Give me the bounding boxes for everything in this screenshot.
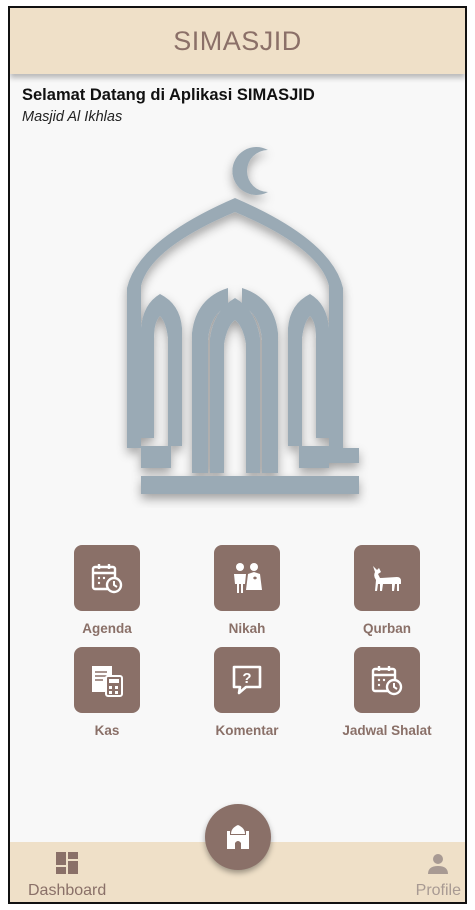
nikah-tile[interactable] [214,545,280,611]
mosque-home-button[interactable] [205,804,271,870]
menu-label-nikah: Nikah [228,621,266,636]
menu-label-agenda: Agenda [82,621,132,636]
wedding-couple-icon [234,563,262,593]
menu-item-jadwal-shalat[interactable]: Jadwal Shalat [332,647,442,738]
menu-label-kas: Kas [94,723,120,738]
menu-item-komentar[interactable]: ? Komentar [192,647,302,738]
komentar-tile[interactable]: ? [214,647,280,713]
cash-calculator-icon [92,666,123,697]
nav-dashboard-label: Dashboard [28,882,107,899]
welcome-heading: Selamat Datang di Aplikasi SIMASJID [22,86,315,104]
menu-item-kas[interactable]: Kas [52,647,162,738]
calendar-clock-icon [371,666,403,696]
menu-label-jadwal-shalat: Jadwal Shalat [342,723,432,738]
agenda-tile[interactable] [74,545,140,611]
nav-profile[interactable]: Profile [416,853,461,900]
calendar-clock-icon [91,564,123,594]
menu-label-qurban: Qurban [362,621,411,636]
goat-icon [373,566,401,591]
mosque-logo [127,147,359,494]
nav-dashboard[interactable]: Dashboard [28,851,106,900]
person-icon [428,854,449,874]
svg-text:?: ? [242,670,251,687]
menu-item-qurban[interactable]: Qurban [332,545,442,636]
qurban-tile[interactable] [354,545,420,611]
kas-tile[interactable] [74,647,140,713]
app-screen: SIMASJID Selamat Datang di Aplikasi SIMA… [8,6,467,904]
jadwal-shalat-tile[interactable] [354,647,420,713]
menu-label-komentar: Komentar [215,723,279,738]
comment-question-icon: ? [232,665,262,695]
app-title: SIMASJID [173,25,302,56]
menu-item-nikah[interactable]: Nikah [192,545,302,636]
dashboard-icon [56,852,79,874]
menu-grid: Agenda Nikah Qurban Kas ? Komentar Jadwa… [10,543,465,753]
mosque-name: Masjid Al Ikhlas [22,109,123,125]
menu-item-agenda[interactable]: Agenda [52,545,162,636]
mosque-logo-shape [127,147,359,494]
mosque-icon [227,825,249,849]
nav-profile-label: Profile [415,882,461,899]
app-header: SIMASJID [10,8,465,74]
